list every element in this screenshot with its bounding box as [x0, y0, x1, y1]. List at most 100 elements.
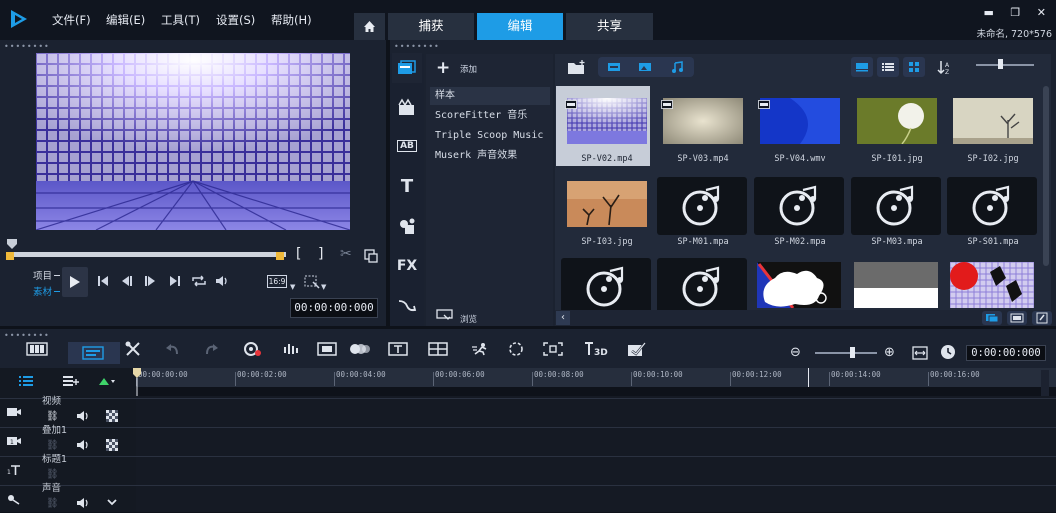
mask-creator-icon[interactable] [505, 342, 527, 356]
slider-thumb[interactable] [998, 59, 1003, 69]
media-thumbnail[interactable] [567, 181, 647, 227]
panel-grip[interactable]: •••••••• [394, 42, 440, 51]
media-thumbnail[interactable] [953, 98, 1033, 144]
add-track-icon[interactable] [62, 375, 80, 387]
ripple-link-icon[interactable]: ⛓ [46, 440, 59, 451]
menu-edit[interactable]: 编辑(E) [106, 12, 145, 28]
edit-options-button[interactable] [1032, 311, 1052, 325]
media-thumbnail[interactable] [657, 177, 747, 235]
motion-tracking-icon[interactable] [316, 342, 338, 356]
grid-view-button[interactable] [903, 57, 925, 77]
menu-help[interactable]: 帮助(H) [271, 12, 312, 28]
import-folder-icon[interactable] [567, 60, 587, 76]
media-thumbnail[interactable] [561, 258, 651, 316]
browse-label[interactable]: 浏览 [460, 313, 477, 325]
subtitle-editor-icon[interactable] [349, 342, 371, 356]
mark-out-button[interactable]: ] [318, 246, 323, 262]
tab-edit[interactable]: 编辑 [477, 13, 563, 40]
title-icon[interactable]: T [392, 171, 422, 201]
timeline-zoom-slider[interactable] [815, 352, 877, 354]
media-category-icon[interactable] [392, 53, 422, 83]
graphic-icon[interactable] [392, 211, 422, 241]
chevron-down-icon[interactable]: ▼ [321, 283, 326, 291]
mode-clip[interactable]: 素材 [33, 284, 52, 298]
thumbnail-view-button[interactable] [851, 57, 873, 77]
tools-icon[interactable] [122, 341, 144, 356]
3d-title-editor-icon[interactable]: 3D [584, 342, 610, 357]
menu-settings[interactable]: 设置(S) [216, 12, 255, 28]
play-button[interactable] [62, 267, 88, 297]
media-thumbnail[interactable] [757, 262, 841, 308]
folder-item[interactable]: Muserk 声音效果 [430, 147, 550, 165]
next-frame-button[interactable] [143, 274, 157, 288]
folder-item[interactable]: 样本 [430, 87, 550, 105]
show-photo-button[interactable] [632, 57, 658, 77]
overlay-track-icon[interactable]: 1 [6, 435, 22, 447]
mark-in-button[interactable]: [ [296, 246, 301, 262]
minimize-button[interactable]: ▬ [984, 6, 994, 19]
track-mute-icon[interactable] [76, 410, 90, 422]
timeline-track[interactable] [0, 398, 1056, 426]
player-timecode[interactable]: 00:00:00:000 [290, 298, 378, 318]
tab-home[interactable] [354, 13, 385, 40]
chevron-down-icon[interactable] [106, 497, 118, 507]
folder-item[interactable]: Triple Scoop Music [430, 127, 550, 145]
auto-music-icon[interactable] [281, 342, 303, 356]
ripple-link-icon[interactable]: ⛓ [46, 498, 59, 509]
path-icon[interactable] [392, 290, 422, 320]
mode-project[interactable]: 项目 [33, 268, 52, 282]
instant-project-icon[interactable] [392, 92, 422, 122]
repeat-button[interactable] [191, 274, 207, 288]
add-folder-label[interactable]: 添加 [460, 63, 477, 75]
library-scrollbar[interactable] [1043, 86, 1049, 266]
mark-out-marker[interactable] [276, 252, 284, 260]
zoom-slider-thumb[interactable] [850, 347, 855, 358]
redo-icon[interactable] [200, 342, 222, 356]
show-audio-button[interactable] [664, 57, 690, 77]
show-video-button[interactable] [601, 57, 627, 77]
transparency-icon[interactable] [106, 439, 118, 451]
filter-fx-icon[interactable]: FX [392, 251, 422, 281]
fit-project-icon[interactable] [912, 346, 928, 360]
title-text-icon[interactable] [387, 342, 409, 356]
multi-camera-icon[interactable] [427, 342, 449, 356]
scrub-handle[interactable] [6, 238, 18, 250]
restore-button[interactable]: ❐ [1010, 6, 1020, 19]
tab-share[interactable]: 共享 [566, 13, 653, 40]
end-button[interactable] [168, 274, 182, 288]
mark-in-marker[interactable] [6, 252, 14, 260]
panel-grip[interactable]: •••••••• [4, 42, 50, 51]
thumbnail-size-slider[interactable] [976, 64, 1034, 66]
scrub-bar[interactable] [8, 252, 286, 257]
zoom-to-fit-icon[interactable] [304, 275, 320, 289]
library-layout-button[interactable] [1007, 311, 1027, 325]
close-button[interactable]: ✕ [1037, 6, 1046, 19]
panel-grip[interactable]: •••••••• [4, 331, 50, 340]
track-mute-icon[interactable] [76, 439, 90, 451]
fast-effects-icon[interactable] [626, 342, 648, 356]
time-remapping-icon[interactable] [470, 342, 492, 356]
video-track-icon[interactable] [6, 406, 22, 418]
list-view-button[interactable] [877, 57, 899, 77]
media-thumbnail[interactable] [950, 262, 1034, 308]
home-button[interactable] [96, 274, 110, 288]
transition-icon[interactable]: AB [392, 131, 422, 161]
folder-item[interactable]: ScoreFitter 音乐 [430, 107, 550, 125]
media-thumbnail[interactable] [567, 98, 647, 144]
storyboard-view-icon[interactable] [26, 342, 48, 356]
previous-frame-button[interactable] [120, 274, 134, 288]
media-thumbnail[interactable] [857, 98, 937, 144]
menu-tools[interactable]: 工具(T) [161, 12, 200, 28]
aspect-ratio-button[interactable]: 16:9 [267, 275, 287, 288]
options-panel-button[interactable] [982, 311, 1002, 325]
zoom-out-icon[interactable]: ⊖ [790, 345, 801, 360]
scissors-icon[interactable]: ✂ [340, 246, 352, 262]
timeline-track[interactable] [0, 456, 1056, 484]
media-thumbnail[interactable] [851, 177, 941, 235]
browse-icon[interactable] [436, 309, 454, 321]
ripple-link-icon[interactable]: ⛓ [46, 469, 59, 480]
pan-zoom-icon[interactable] [542, 342, 564, 356]
media-thumbnail[interactable] [754, 177, 844, 235]
enlarge-preview-icon[interactable] [364, 249, 378, 263]
media-thumbnail[interactable] [663, 98, 743, 144]
